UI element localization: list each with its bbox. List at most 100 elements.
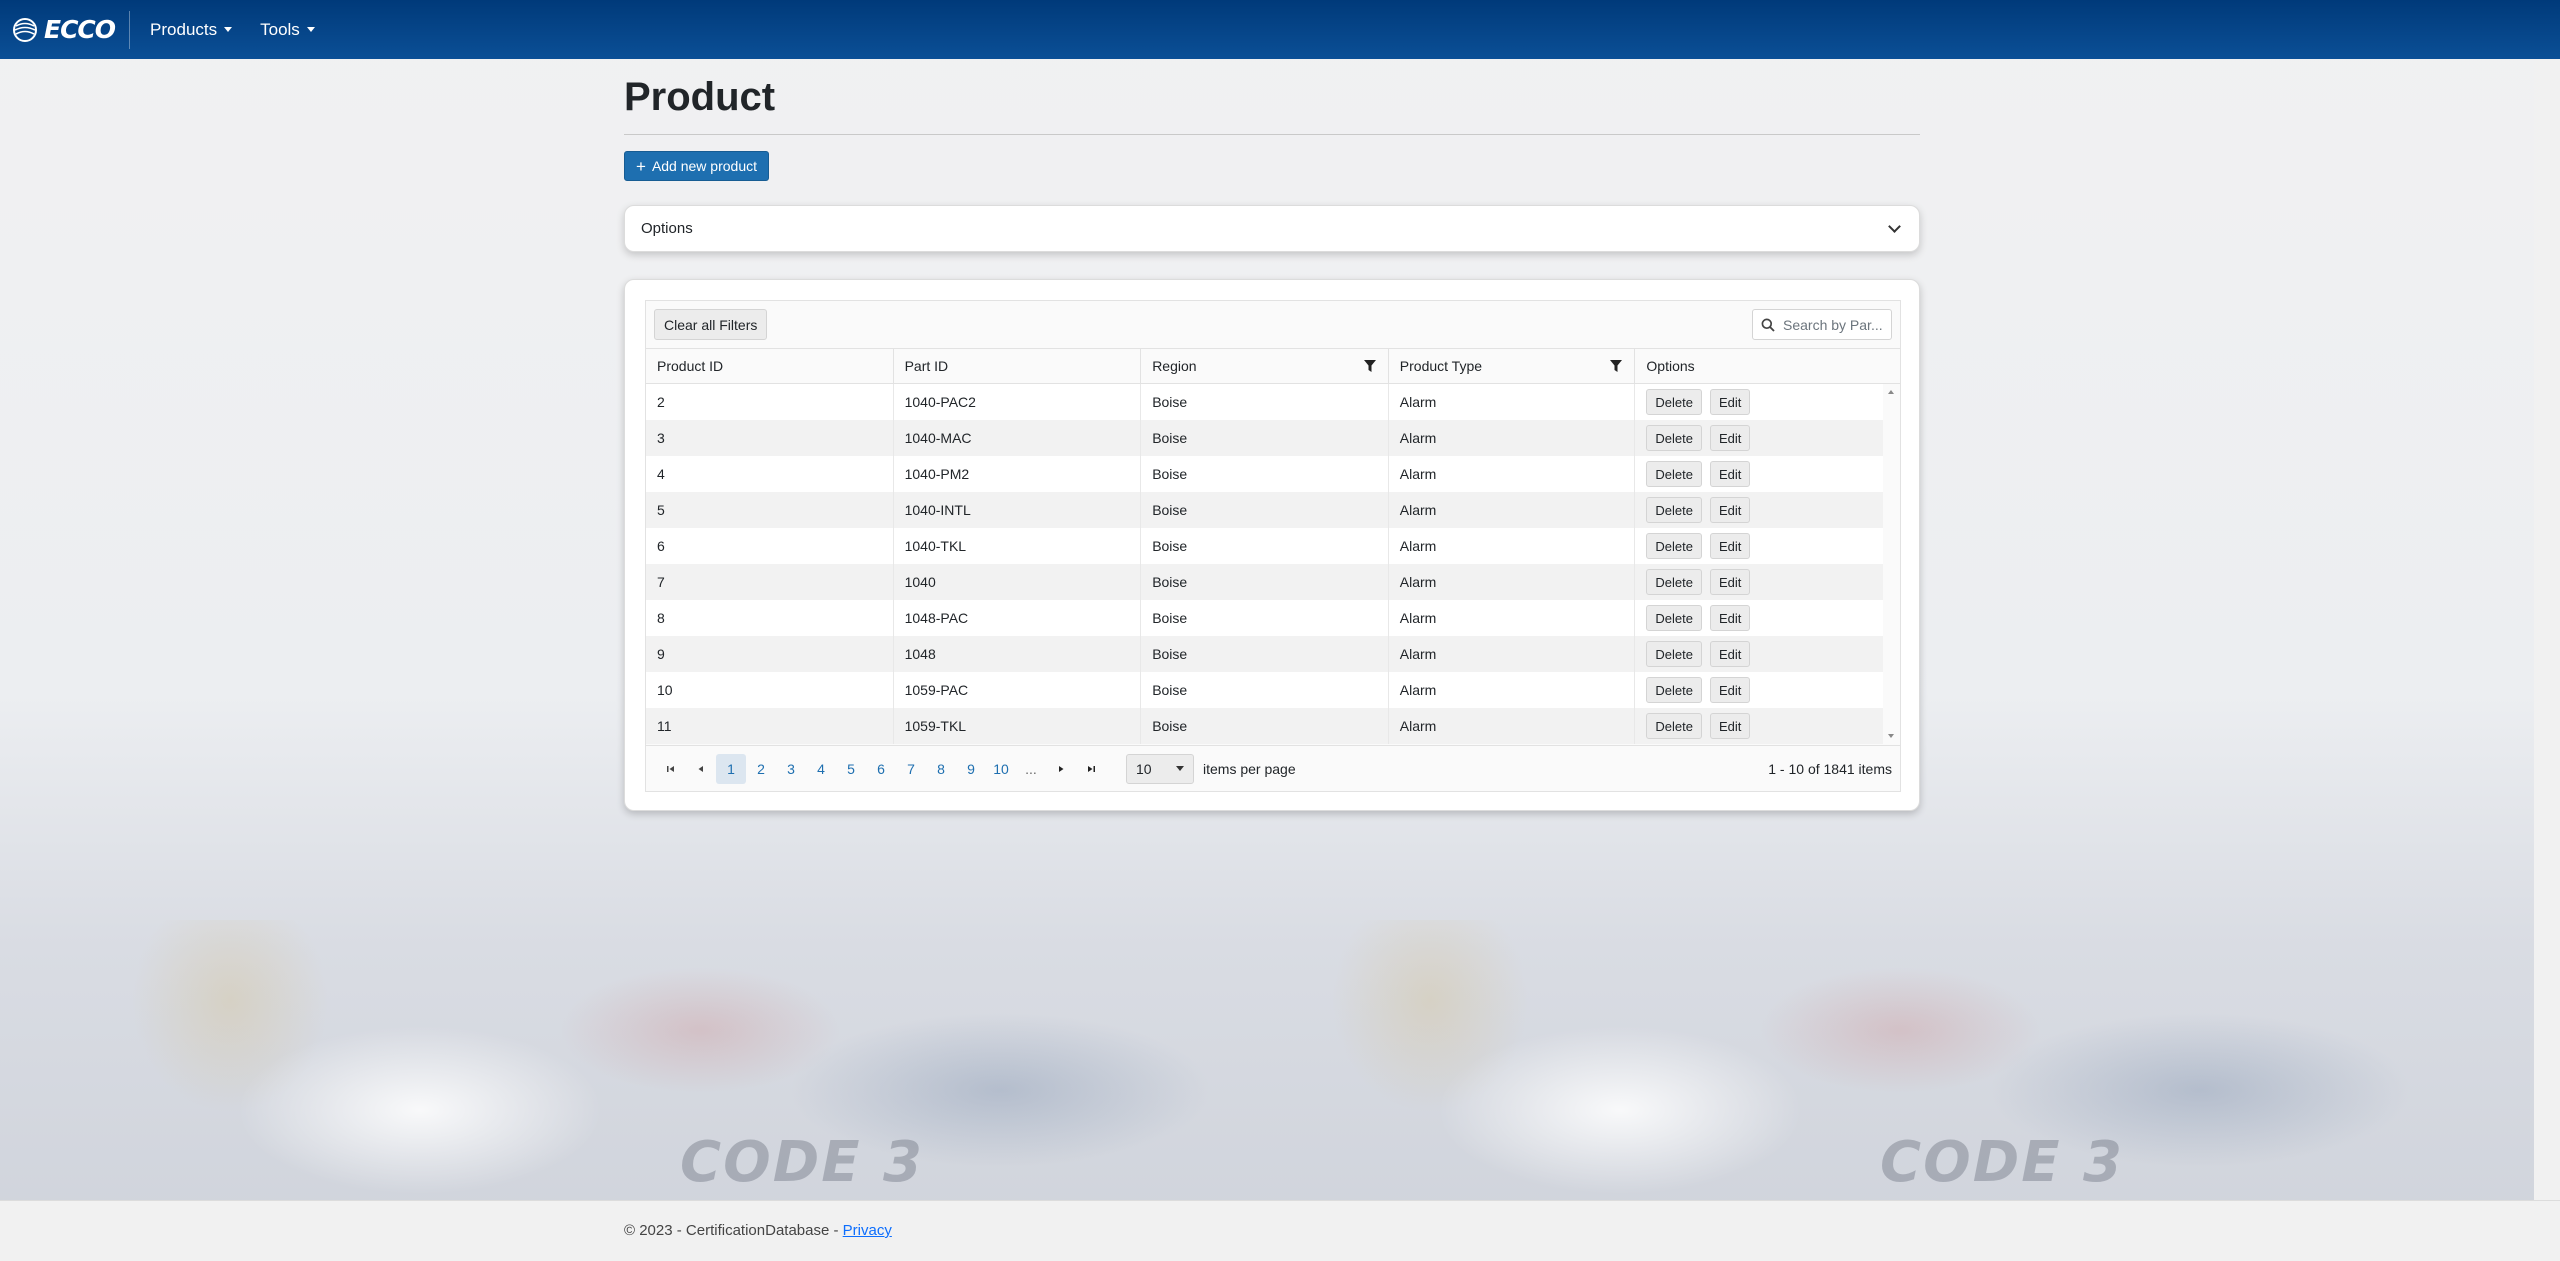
table-row[interactable]: 11 1059-TKL Boise Alarm Delete Edit — [646, 708, 1883, 744]
products-menu[interactable]: Products — [142, 20, 240, 40]
add-new-product-button[interactable]: + Add new product — [624, 151, 770, 181]
cell-options: Delete Edit — [1635, 564, 1883, 600]
privacy-link[interactable]: Privacy — [843, 1222, 892, 1239]
page-number-button[interactable]: 4 — [806, 754, 836, 784]
next-page-button[interactable] — [1046, 754, 1076, 784]
page-number-button[interactable]: 1 — [716, 753, 746, 784]
previous-page-button[interactable] — [686, 754, 716, 784]
column-header-region[interactable]: Region — [1141, 349, 1389, 383]
cell-part-id: 1059-TKL — [894, 708, 1142, 744]
cell-product-type: Alarm — [1389, 492, 1636, 528]
navbar-divider — [129, 10, 131, 49]
delete-button[interactable]: Delete — [1646, 533, 1702, 559]
scroll-up-icon[interactable] — [1888, 390, 1894, 394]
cell-options: Delete Edit — [1635, 528, 1883, 564]
page-number-button[interactable]: 5 — [836, 754, 866, 784]
cell-options: Delete Edit — [1635, 420, 1883, 456]
scroll-down-icon[interactable] — [1888, 734, 1894, 738]
edit-button[interactable]: Edit — [1709, 641, 1751, 667]
first-page-button[interactable] — [656, 754, 686, 784]
edit-button[interactable]: Edit — [1709, 605, 1751, 631]
clear-all-filters-button[interactable]: Clear all Filters — [654, 309, 768, 340]
cell-part-id: 1040 — [894, 564, 1142, 600]
cell-part-id: 1040-MAC — [894, 420, 1142, 456]
grid-rows: 2 1040-PAC2 Boise Alarm Delete Edit 3 1040-MAC B… — [646, 384, 1900, 744]
filter-icon[interactable] — [1363, 360, 1376, 372]
table-row[interactable]: 6 1040-TKL Boise Alarm Delete Edit — [646, 528, 1883, 564]
cell-part-id: 1040-TKL — [894, 528, 1142, 564]
page-scrollbar[interactable] — [2534, 0, 2560, 1200]
product-grid: Clear all Filters Product ID Part ID Reg… — [645, 300, 1901, 792]
page-number-button[interactable]: 7 — [896, 754, 926, 784]
last-page-button[interactable] — [1076, 754, 1106, 784]
page-number-button[interactable]: 10 — [986, 754, 1016, 784]
table-row[interactable]: 2 1040-PAC2 Boise Alarm Delete Edit — [646, 384, 1883, 420]
edit-button[interactable]: Edit — [1709, 713, 1751, 739]
cell-product-id: 9 — [646, 636, 894, 672]
table-row[interactable]: 8 1048-PAC Boise Alarm Delete Edit — [646, 600, 1883, 636]
page-number-button[interactable]: 9 — [956, 754, 986, 784]
top-navbar: ECCO Products Tools — [0, 0, 2560, 59]
page-number-button[interactable]: 3 — [776, 754, 806, 784]
edit-button[interactable]: Edit — [1709, 533, 1751, 559]
more-pages-button[interactable]: ... — [1016, 754, 1046, 784]
edit-button[interactable]: Edit — [1709, 425, 1751, 451]
table-row[interactable]: 9 1048 Boise Alarm Delete Edit — [646, 636, 1883, 672]
column-header-label: Options — [1646, 358, 1695, 374]
delete-button[interactable]: Delete — [1646, 713, 1702, 739]
brand-logo[interactable]: ECCO — [0, 0, 116, 59]
products-menu-label: Products — [150, 19, 218, 39]
cell-region: Boise — [1141, 636, 1389, 672]
cell-region: Boise — [1141, 384, 1389, 420]
filter-icon[interactable] — [1610, 360, 1623, 372]
options-accordion[interactable]: Options — [624, 205, 1920, 252]
delete-button[interactable]: Delete — [1646, 677, 1702, 703]
cell-region: Boise — [1141, 564, 1389, 600]
cell-options: Delete Edit — [1635, 708, 1883, 744]
edit-button[interactable]: Edit — [1709, 389, 1751, 415]
search-box[interactable] — [1752, 309, 1892, 340]
column-header-part-id[interactable]: Part ID — [894, 349, 1142, 383]
search-input[interactable] — [1783, 316, 1883, 333]
last-page-icon — [1088, 765, 1095, 772]
delete-button[interactable]: Delete — [1646, 461, 1702, 487]
cell-product-id: 2 — [646, 384, 894, 420]
page-number-button[interactable]: 2 — [746, 754, 776, 784]
table-row[interactable]: 4 1040-PM2 Boise Alarm Delete Edit — [646, 456, 1883, 492]
column-header-label: Region — [1152, 358, 1197, 374]
delete-button[interactable]: Delete — [1646, 497, 1702, 523]
cell-region: Boise — [1141, 492, 1389, 528]
tools-menu[interactable]: Tools — [252, 20, 323, 40]
edit-button[interactable]: Edit — [1709, 569, 1751, 595]
table-row[interactable]: 7 1040 Boise Alarm Delete Edit — [646, 564, 1883, 600]
table-row[interactable]: 3 1040-MAC Boise Alarm Delete Edit — [646, 420, 1883, 456]
grid-vertical-scrollbar[interactable] — [1883, 384, 1900, 744]
page-size-value: 10 — [1136, 760, 1152, 777]
edit-button[interactable]: Edit — [1709, 677, 1751, 703]
search-icon — [1761, 318, 1775, 332]
table-row[interactable]: 10 1059-PAC Boise Alarm Delete Edit — [646, 672, 1883, 708]
delete-button[interactable]: Delete — [1646, 641, 1702, 667]
tools-menu-label: Tools — [260, 19, 300, 39]
page-size-select[interactable]: 10 — [1126, 753, 1194, 784]
edit-button[interactable]: Edit — [1709, 461, 1751, 487]
background-vehicles-image — [0, 920, 2534, 1200]
chevron-down-icon — [1888, 219, 1901, 233]
cell-product-id: 11 — [646, 708, 894, 744]
cell-product-id: 6 — [646, 528, 894, 564]
items-per-page-label: items per page — [1203, 760, 1296, 777]
table-row[interactable]: 5 1040-INTL Boise Alarm Delete Edit — [646, 492, 1883, 528]
grid-pager: 1 2 3 4 5 6 7 8 9 10 ... 10 items per page 1 - 10… — [646, 745, 1900, 791]
delete-button[interactable]: Delete — [1646, 605, 1702, 631]
page-number-button[interactable]: 8 — [926, 754, 956, 784]
delete-button[interactable]: Delete — [1646, 425, 1702, 451]
delete-button[interactable]: Delete — [1646, 569, 1702, 595]
page-number-button[interactable]: 6 — [866, 754, 896, 784]
edit-button[interactable]: Edit — [1709, 497, 1751, 523]
cell-product-id: 8 — [646, 600, 894, 636]
column-header-product-type[interactable]: Product Type — [1389, 349, 1636, 383]
cell-region: Boise — [1141, 528, 1389, 564]
delete-button[interactable]: Delete — [1646, 389, 1702, 415]
column-header-product-id[interactable]: Product ID — [646, 349, 894, 383]
cell-part-id: 1040-INTL — [894, 492, 1142, 528]
